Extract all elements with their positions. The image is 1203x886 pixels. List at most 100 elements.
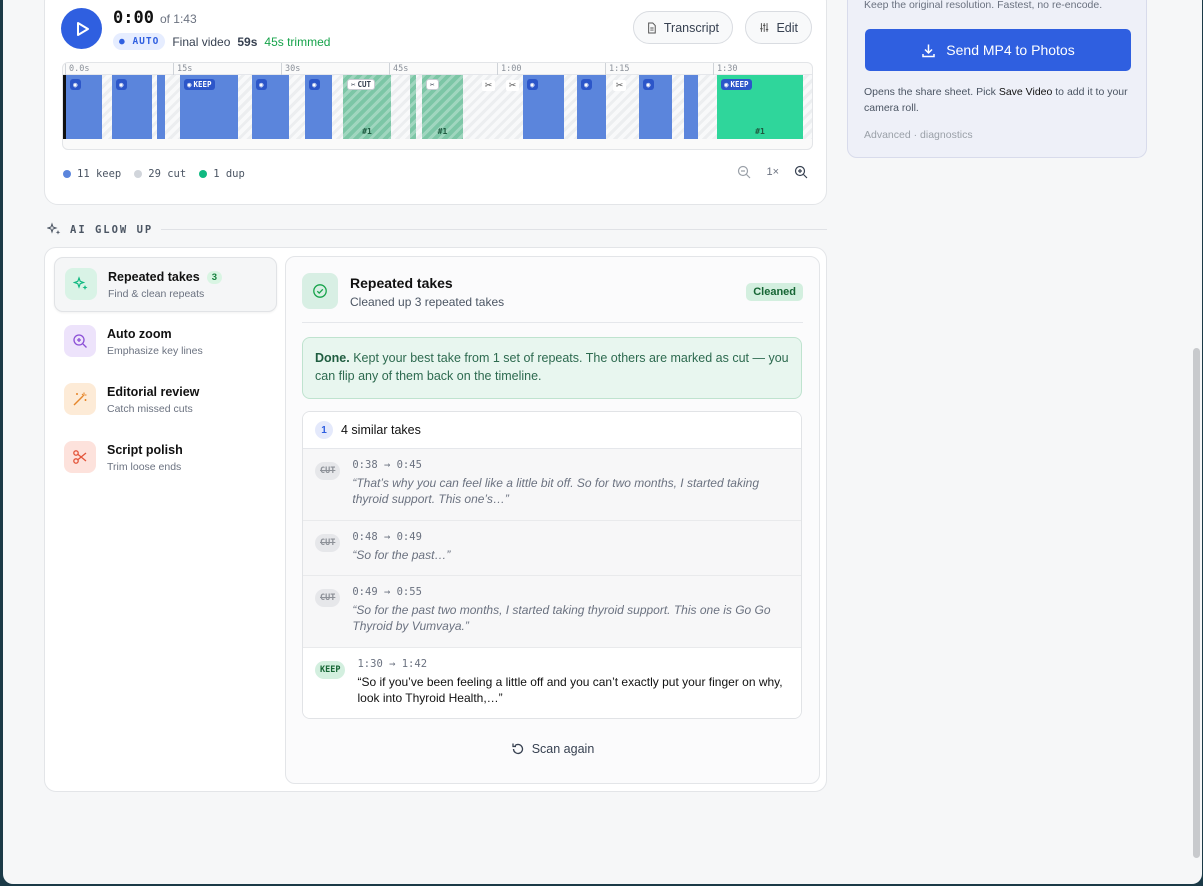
app-window: 0:00 of 1:43 ● AUTO Final video 59s 45s … xyxy=(3,0,1202,884)
detail-subtitle: Cleaned up 3 repeated takes xyxy=(350,295,505,309)
keep-toggle[interactable]: KEEP xyxy=(315,661,346,679)
take-row[interactable]: CUT 0:38 → 0:45 “That’s why you can feel… xyxy=(303,449,801,521)
scissors-icon: ✂ xyxy=(482,80,495,91)
done-message: Done. Kept your best take from 1 set of … xyxy=(302,337,802,399)
document-icon xyxy=(648,22,656,33)
ai-glow-up-panel: Repeated takes 3 Find & clean repeats Aut… xyxy=(44,247,827,792)
final-video-label: Final video xyxy=(172,34,231,49)
take-quote: “That’s why you can feel like a little b… xyxy=(352,476,759,506)
take-quote: “So if you’ve been feeling a little off … xyxy=(357,675,783,705)
keep-segment[interactable]: ◉ xyxy=(252,75,289,139)
ruler-tick: 30s xyxy=(281,63,300,75)
magic-wand-icon xyxy=(64,383,96,415)
share-instructions: Opens the share sheet. Pick Save Video t… xyxy=(864,86,1128,114)
cut-toggle[interactable]: CUT xyxy=(315,462,341,480)
play-button[interactable] xyxy=(61,8,102,49)
send-to-photos-button[interactable]: Send MP4 to Photos xyxy=(865,29,1131,71)
take-range: 1:30 → 1:42 xyxy=(357,658,428,670)
keep-segment[interactable]: ◉ xyxy=(305,75,332,139)
time-display: 0:00 of 1:43 xyxy=(113,8,197,28)
check-circle-icon xyxy=(302,273,338,309)
eye-icon: ◉ xyxy=(581,79,592,90)
ruler-tick: 1:00 xyxy=(497,63,521,75)
zoom-controls: 1× xyxy=(737,165,808,179)
keep-tag: ◉ KEEP xyxy=(184,79,215,90)
keep-segment[interactable]: ◉ xyxy=(112,75,152,139)
take-row[interactable]: CUT 0:48 → 0:49 “So for the past…” xyxy=(303,521,801,576)
advanced-diagnostics-link[interactable]: Advanced · diagnostics xyxy=(864,129,973,141)
timeline[interactable]: 0.0s 15s 30s 45s 1:00 1:15 1:30 ◉ ◉ ◉ KE… xyxy=(62,62,813,150)
edit-button[interactable]: Edit xyxy=(745,11,812,44)
keep-segment[interactable]: ◉ xyxy=(639,75,672,139)
repeated-takes-detail: Repeated takes Cleaned up 3 repeated tak… xyxy=(285,256,820,784)
sparkles-icon xyxy=(65,268,97,300)
tool-editorial-review[interactable]: Editorial review Catch missed cuts xyxy=(54,373,277,428)
zoom-out-icon[interactable] xyxy=(737,165,751,179)
play-icon xyxy=(76,21,89,36)
video-meta: ● AUTO Final video 59s 45s trimmed xyxy=(113,33,330,50)
ruler-tick: 1:15 xyxy=(605,63,629,75)
auto-badge: ● AUTO xyxy=(113,33,166,50)
keep-segment[interactable] xyxy=(684,75,698,139)
take-row[interactable]: KEEP 1:30 → 1:42 “So if you’ve been feel… xyxy=(303,648,801,718)
duration: of 1:43 xyxy=(159,12,197,26)
eye-icon: ◉ xyxy=(309,79,320,90)
cut-toggle[interactable]: CUT xyxy=(315,589,341,607)
duplicate-segment[interactable]: ✂ CUT #1 xyxy=(343,75,391,139)
keep-tag: ◉ KEEP xyxy=(721,79,752,90)
download-icon xyxy=(922,44,936,57)
tool-script-polish[interactable]: Script polish Trim loose ends xyxy=(54,431,277,486)
ruler-tick: 1:30 xyxy=(713,63,737,75)
transcript-button[interactable]: Transcript xyxy=(633,11,733,44)
take-range: 0:38 → 0:45 xyxy=(352,459,422,471)
scrollbar[interactable] xyxy=(1193,348,1200,858)
current-time: 0:00 xyxy=(113,8,154,28)
take-quote: “So for the past two months, I started t… xyxy=(352,603,771,633)
take-row[interactable]: CUT 0:49 → 0:55 “So for the past two mon… xyxy=(303,576,801,648)
scissors-icon xyxy=(64,441,96,473)
duplicate-segment[interactable] xyxy=(410,75,416,139)
keep-segment[interactable]: ◉ xyxy=(523,75,564,139)
zoom-in-icon[interactable] xyxy=(794,165,808,179)
eye-icon: ◉ xyxy=(70,79,81,90)
similar-takes-group: 1 4 similar takes CUT 0:38 → 0:45 “That’… xyxy=(302,411,802,719)
final-video-length: 59s xyxy=(237,34,258,49)
export-hint: Keep the original resolution. Fastest, n… xyxy=(864,0,1103,11)
group-number: 1 xyxy=(315,421,333,439)
take-quote: “So for the past…” xyxy=(352,548,451,562)
legend-cut: 29 cut xyxy=(134,168,186,180)
keep-segment[interactable]: ◉ KEEP xyxy=(180,75,238,139)
status-badge: Cleaned xyxy=(746,283,803,301)
eye-icon: ◉ xyxy=(527,79,538,90)
keep-segment[interactable]: ◉ xyxy=(66,75,102,139)
kept-duplicate-segment[interactable]: ◉ KEEP #1 xyxy=(717,75,803,139)
ruler-tick: 45s xyxy=(389,63,408,75)
keep-segment[interactable]: ◉ xyxy=(577,75,606,139)
sparkles-icon xyxy=(47,222,61,235)
eye-icon: ◉ xyxy=(116,79,127,90)
zoom-level: 1× xyxy=(766,166,779,178)
scissors-icon: ✂ xyxy=(426,79,439,90)
player-card: 0:00 of 1:43 ● AUTO Final video 59s 45s … xyxy=(44,0,827,205)
ruler-tick: 15s xyxy=(173,63,192,75)
cut-tag: ✂ CUT xyxy=(347,79,376,90)
tool-repeated-takes[interactable]: Repeated takes 3 Find & clean repeats xyxy=(54,257,277,312)
group-label: 4 similar takes xyxy=(341,423,421,437)
scan-again-button[interactable]: Scan again xyxy=(286,742,819,756)
playhead[interactable] xyxy=(63,75,66,139)
group-header: 1 4 similar takes xyxy=(303,412,801,449)
eye-icon: ◉ xyxy=(256,79,267,90)
trimmed-text: 45s trimmed xyxy=(264,34,331,49)
refresh-icon xyxy=(512,743,523,755)
keep-segment[interactable] xyxy=(157,75,165,139)
legend-dup: 1 dup xyxy=(199,168,245,180)
duplicate-segment[interactable]: ✂ #1 xyxy=(422,75,463,139)
count-badge: 3 xyxy=(206,270,223,284)
sliders-icon xyxy=(760,23,769,32)
scissors-icon: ✂ xyxy=(613,80,626,91)
tool-auto-zoom[interactable]: Auto zoom Emphasize key lines xyxy=(54,315,277,370)
scissors-icon: ✂ xyxy=(506,80,519,91)
cut-toggle[interactable]: CUT xyxy=(315,534,341,552)
ruler-tick: 0.0s xyxy=(65,63,89,75)
eye-icon: ◉ xyxy=(643,79,654,90)
